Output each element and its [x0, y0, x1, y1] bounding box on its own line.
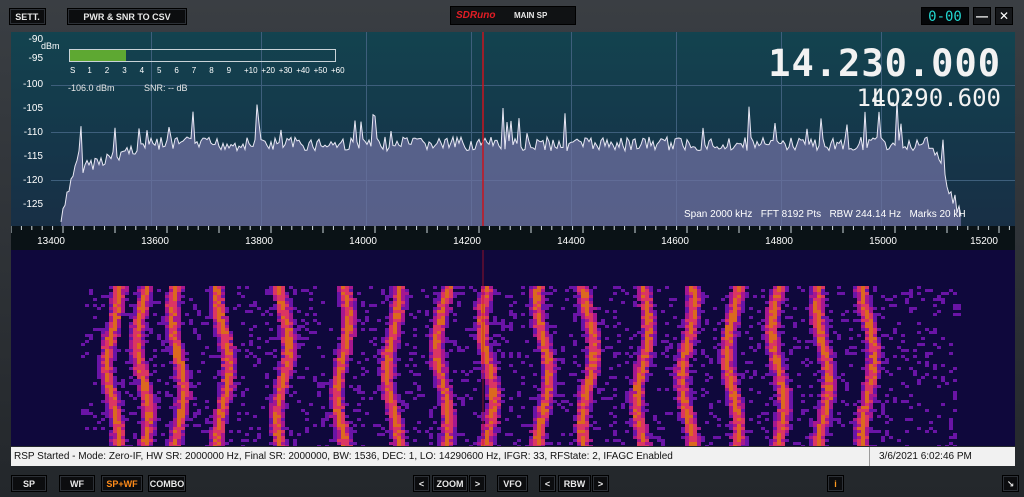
spectrum-stats: Span 2000 kHz FFT 8192 Pts RBW 244.14 Hz…	[684, 209, 966, 220]
s-meter-tick: +40	[296, 66, 310, 75]
window-title: SDRuno MAIN SP	[450, 6, 576, 25]
s-meter-tick: 1	[87, 66, 92, 75]
y-tick: -95	[28, 53, 43, 64]
s-meter-tick: 3	[122, 66, 127, 75]
wf-button[interactable]: WF	[59, 475, 95, 492]
s-meter-tick: 4	[139, 66, 145, 75]
x-tick: 14600	[661, 236, 689, 247]
x-tick: 13600	[141, 236, 169, 247]
snr-readout: SNR: -- dB	[144, 83, 188, 93]
status-datetime: 3/6/2021 6:02:46 PM	[879, 451, 972, 462]
close-button[interactable]: ✕	[995, 7, 1013, 25]
combo-button[interactable]: COMBO	[148, 475, 186, 492]
zoom-label: ZOOM	[432, 475, 468, 492]
window-title-label: MAIN SP	[514, 11, 548, 20]
y-tick: -90	[28, 34, 43, 45]
status-divider	[869, 447, 870, 466]
s-meter-tick: 7	[191, 66, 197, 75]
lo-frequency[interactable]: 14.290.600	[857, 84, 1002, 112]
s-meter-tick: +60	[331, 66, 345, 75]
zoom-left-button[interactable]: <	[413, 475, 430, 492]
sp-wf-button[interactable]: SP+WF	[101, 475, 143, 492]
waterfall-image	[81, 250, 961, 446]
s-meter-tick: S	[70, 66, 76, 75]
rbw-label: RBW	[558, 475, 591, 492]
y-tick: -115	[23, 151, 43, 162]
x-tick: 14800	[765, 236, 793, 247]
y-tick: -110	[23, 127, 43, 138]
rbw-left-button[interactable]: <	[539, 475, 556, 492]
power-readout: -106.0 dBm	[68, 83, 115, 93]
title-bar: SETT. PWR & SNR TO CSV SDRuno MAIN SP 0-…	[0, 0, 1024, 32]
frequency-axis[interactable]: 13400 13600 13800 14000 14200 14400 1460…	[11, 226, 1015, 250]
x-tick: 15000	[869, 236, 897, 247]
s-meter-tick: 8	[209, 66, 214, 75]
bottom-toolbar: SP WF SP+WF COMBO < ZOOM > VFO < RBW > i…	[0, 468, 1024, 497]
x-tick: 13800	[245, 236, 273, 247]
info-button[interactable]: i	[827, 475, 844, 492]
vfo-button[interactable]: VFO	[497, 475, 528, 492]
s-meter	[69, 49, 336, 62]
y-tick: -125	[22, 199, 43, 210]
x-tick: 14000	[349, 236, 377, 247]
unit-label: dBm	[41, 41, 60, 51]
zoom-right-button[interactable]: >	[469, 475, 486, 492]
rbw-right-button[interactable]: >	[592, 475, 609, 492]
x-tick: 13400	[37, 236, 65, 247]
sp-button[interactable]: SP	[11, 475, 47, 492]
x-tick: 15200	[970, 236, 998, 247]
waterfall-bands	[81, 286, 961, 446]
app-logo: SDRuno	[456, 10, 496, 21]
x-tick: 14400	[557, 236, 585, 247]
s-meter-tick: 5	[157, 66, 162, 75]
status-bar: RSP Started - Mode: Zero-IF, HW SR: 2000…	[11, 447, 1015, 466]
y-tick: -105	[22, 103, 43, 114]
s-meter-tick: 6	[174, 66, 179, 75]
status-message: RSP Started - Mode: Zero-IF, HW SR: 2000…	[14, 451, 673, 462]
main-spectrum-window: SETT. PWR & SNR TO CSV SDRuno MAIN SP 0-…	[0, 0, 1024, 497]
pwr-snr-csv-button[interactable]: PWR & SNR TO CSV	[67, 8, 187, 25]
resize-button[interactable]: ↘	[1002, 475, 1019, 492]
clock-display: 0-00	[921, 7, 969, 25]
spectrum-fill	[61, 101, 961, 226]
frequency-display[interactable]: 14.230.000	[768, 42, 1001, 85]
s-meter-tick: +30	[278, 66, 293, 75]
spectrum-display[interactable]: -90 -95 -100 -105 -110 -115 -120 -125 dB…	[11, 32, 1015, 226]
waterfall-display[interactable]	[11, 250, 1015, 446]
s-meter-tick: +10	[244, 66, 258, 75]
s-meter-tick: 9	[226, 66, 232, 75]
minimize-button[interactable]: —	[973, 7, 991, 25]
settings-button[interactable]: SETT.	[9, 8, 46, 25]
y-tick: -120	[22, 175, 43, 186]
s-meter-tick: +50	[313, 66, 328, 75]
x-tick: 14200	[453, 236, 481, 247]
s-meter-tick: +20	[261, 66, 275, 75]
s-meter-tick: 2	[104, 66, 110, 75]
s-meter-bar	[70, 50, 126, 61]
y-tick: -100	[22, 79, 43, 90]
